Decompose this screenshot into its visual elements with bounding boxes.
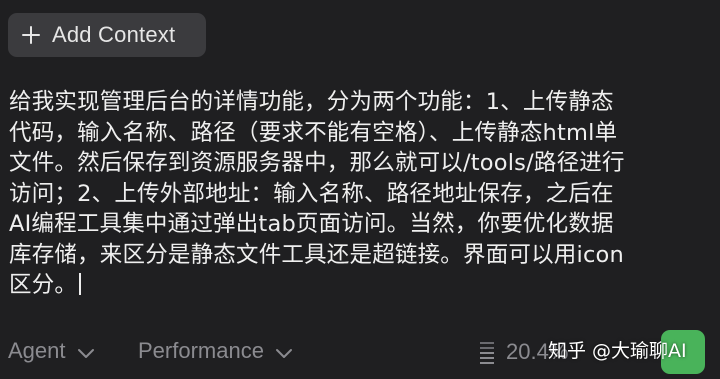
model-label: Performance — [138, 338, 264, 363]
text-caret — [79, 273, 82, 295]
prompt-line: 访问；2、上传外部地址：输入名称、路径地址保存，之后在 — [9, 180, 614, 207]
prompt-line: 文件。然后保存到资源服务器中，那么就可以/tools/路径进行 — [9, 150, 625, 176]
prompt-line: AI编程工具集中通过弹出tab页面访问。当然，你要优化数据 — [9, 211, 614, 237]
watermark: 知乎 @大瑜聊AI — [548, 340, 687, 362]
plus-icon — [21, 25, 41, 45]
prompt-last-line: 区分。 — [9, 270, 715, 301]
mode-dropdown[interactable]: Agent — [8, 338, 95, 364]
chevron-down-icon — [77, 342, 95, 360]
prompt-line: 给我实现管理后台的详情功能，分为两个功能：1、上传静态 — [9, 89, 614, 115]
mode-label: Agent — [8, 338, 66, 363]
model-dropdown[interactable]: Performance — [138, 338, 293, 364]
prompt-line: 代码，输入名称、路径（要求不能有空格）、上传静态html单 — [9, 119, 618, 146]
usage-bars-icon — [478, 338, 496, 366]
prompt-input[interactable]: 给我实现管理后台的详情功能，分为两个功能：1、上传静态 代码，输入名称、路径（要… — [9, 87, 715, 301]
prompt-line: 库存储，来区分是静态文件工具还是超链接。界面可以用icon — [9, 241, 624, 268]
add-context-label: Add Context — [52, 22, 176, 47]
chevron-down-icon — [275, 342, 293, 360]
prompt-line-text: 区分。 — [9, 272, 78, 298]
add-context-button[interactable]: Add Context — [8, 13, 206, 57]
bottom-bar: Agent Performance 20.4% 知乎 @大瑜聊AI — [0, 330, 720, 374]
